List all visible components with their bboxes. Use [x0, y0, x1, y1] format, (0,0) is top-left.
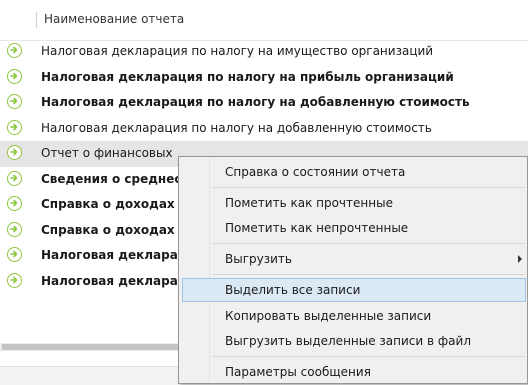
arrow-right-circle-icon [7, 221, 22, 237]
arrow-right-circle-icon [7, 94, 22, 109]
menu-item-export-selected-to-file[interactable]: Выгрузить выделенные записи в файл [182, 329, 526, 353]
arrow-right-circle-icon [7, 196, 22, 211]
column-header-report-name[interactable]: Наименование отчета [44, 12, 184, 26]
report-name: Налоговая декларация по налогу на имущес… [41, 44, 434, 58]
arrow-right-circle-icon [7, 68, 22, 84]
table-row[interactable]: Налоговая декларация по налогу на прибыл… [0, 65, 528, 91]
menu-separator [213, 356, 525, 357]
menu-item-export[interactable]: Выгрузить [182, 247, 526, 271]
report-name: Справка о доходах и [41, 222, 188, 237]
arrow-right-circle-icon [7, 119, 22, 135]
menu-separator [213, 187, 525, 188]
submenu-arrow-icon [518, 255, 522, 263]
arrow-right-circle-icon [7, 247, 22, 262]
table-header: Наименование отчета [0, 0, 528, 41]
table-row[interactable]: Налоговая декларация по налогу на добавл… [0, 90, 528, 116]
table-row[interactable]: Налоговая декларация по налогу на имущес… [0, 39, 528, 65]
menu-separator [213, 243, 525, 244]
report-name: Справка о доходах и [41, 197, 188, 211]
report-name: Налоговая деклара [41, 273, 178, 288]
table-row[interactable]: Налоговая декларация по налогу на добавл… [0, 116, 528, 142]
menu-item-mark-unread[interactable]: Пометить как непрочтенные [182, 216, 526, 240]
menu-item-select-all[interactable]: Выделить все записи [182, 278, 526, 302]
menu-item-message-params[interactable]: Параметры сообщения [182, 360, 526, 384]
report-name: Отчет о финансовых [41, 146, 173, 160]
arrow-right-circle-icon [7, 272, 22, 288]
report-name: Налоговая декларация по налогу на добавл… [41, 95, 470, 109]
menu-item-mark-read[interactable]: Пометить как прочтенные [182, 191, 526, 215]
report-name: Налоговая декларация по налогу на добавл… [41, 120, 432, 135]
menu-item-report-status[interactable]: Справка о состоянии отчета [182, 160, 526, 184]
menu-separator [213, 274, 525, 275]
column-divider[interactable] [36, 12, 37, 28]
menu-item-copy-selected[interactable]: Копировать выделенные записи [182, 304, 526, 328]
arrow-right-circle-icon [7, 170, 22, 186]
report-name: Налоговая деклара [41, 248, 178, 262]
report-name: Налоговая декларация по налогу на прибыл… [41, 69, 454, 84]
report-name: Сведения о среднес [41, 171, 182, 186]
arrow-right-circle-icon [7, 145, 22, 160]
arrow-right-circle-icon [7, 43, 22, 58]
context-menu: Справка о состоянии отчета Пометить как … [178, 156, 528, 384]
